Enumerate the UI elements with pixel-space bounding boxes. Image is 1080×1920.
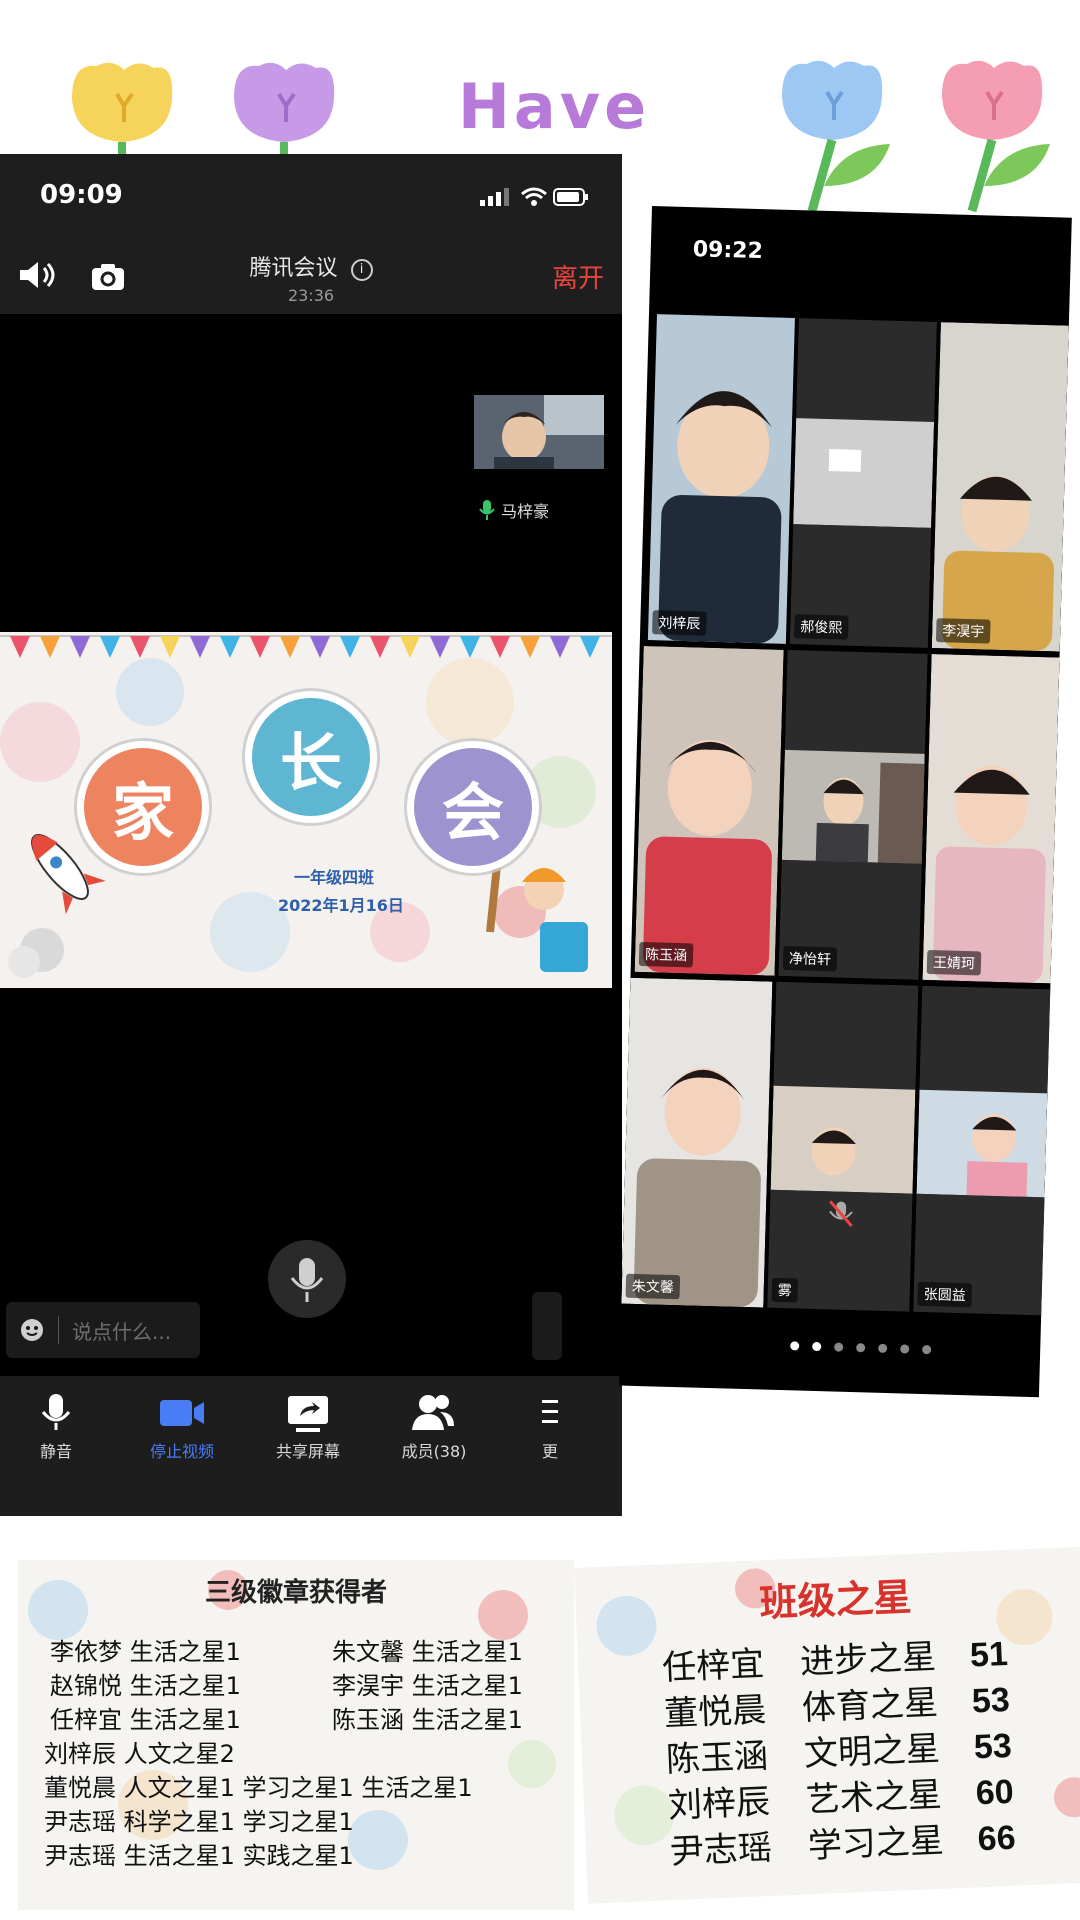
participant-name: 王婧珂 bbox=[926, 949, 982, 976]
participant-tile[interactable]: 王婧珂 bbox=[922, 653, 1060, 984]
participant-name: 净怡轩 bbox=[782, 945, 838, 972]
meeting-timer: 23:36 bbox=[287, 286, 335, 305]
badge-row: 陈玉涵 生活之星1 bbox=[332, 1706, 523, 1734]
badge-slide-title: 三级徽章获得者 bbox=[204, 1578, 387, 1608]
participant-name: 李淏宇 bbox=[935, 618, 991, 644]
star-score: 53 bbox=[973, 1726, 1013, 1767]
floating-mic-button[interactable] bbox=[268, 1240, 346, 1318]
yellow-tulip-icon bbox=[72, 62, 173, 158]
child-video-feed bbox=[621, 977, 773, 1308]
tencent-meeting-screen: 09:09 腾讯会议 i 23:36 离开 马梓豪 家 长 会 一年级四班 20… bbox=[0, 154, 622, 1516]
video-camera-icon[interactable] bbox=[158, 1398, 206, 1428]
badge-row: 李依梦 生活之星1 bbox=[50, 1638, 241, 1666]
participant-tile[interactable]: 刘梓辰 bbox=[647, 314, 795, 644]
side-panel-handle[interactable] bbox=[532, 1292, 562, 1360]
mic-icon bbox=[290, 1258, 324, 1302]
star-award: 学习之星 bbox=[807, 1820, 945, 1867]
participant-tile[interactable]: 雾 bbox=[767, 981, 919, 1312]
child-video-feed bbox=[767, 981, 919, 1312]
child-video-feed bbox=[634, 645, 784, 976]
shared-screen-slide: 家 长 会 一年级四班 2022年1月16日 bbox=[0, 632, 612, 988]
badge-row: 任梓宜 生活之星1 bbox=[50, 1706, 241, 1734]
child-video-feed bbox=[922, 653, 1060, 984]
badge-row: 董悦晨 人文之星1 学习之星1 生活之星1 bbox=[44, 1774, 473, 1802]
participant-tile[interactable]: 陈玉涵 bbox=[634, 645, 784, 976]
mic-on-icon bbox=[479, 500, 495, 520]
badge-row: 尹志瑶 科学之星1 学习之星1 bbox=[44, 1808, 354, 1836]
emoji-icon[interactable] bbox=[20, 1318, 44, 1342]
child-video-feed bbox=[931, 322, 1069, 652]
purple-tulip-icon bbox=[234, 62, 335, 158]
child-video-feed bbox=[913, 985, 1051, 1316]
participant-name: 朱文馨 bbox=[625, 1273, 681, 1300]
toolbar-stop-video-button[interactable]: 停止视频 bbox=[122, 1438, 242, 1462]
toolbar-members-button[interactable]: 成员(38) bbox=[374, 1438, 494, 1462]
participant-name: 张圆益 bbox=[917, 1281, 973, 1308]
toolbar-mute-button[interactable]: 静音 bbox=[0, 1438, 116, 1462]
pink-tulip-icon bbox=[942, 60, 1050, 213]
blue-tulip-icon bbox=[782, 60, 890, 213]
badge-row: 尹志瑶 生活之星1 实践之星1 bbox=[44, 1842, 354, 1870]
gallery-page-indicator[interactable] bbox=[790, 1335, 944, 1358]
meeting-header: 09:09 腾讯会议 i 23:36 离开 bbox=[0, 154, 622, 314]
leave-button[interactable]: 离开 bbox=[552, 258, 604, 295]
star-score: 51 bbox=[969, 1634, 1009, 1675]
participant-name: 陈玉涵 bbox=[638, 941, 694, 968]
participant-name: 郝俊熙 bbox=[793, 614, 849, 640]
star-student-name: 尹志瑶 bbox=[669, 1827, 773, 1873]
meeting-title-text: 腾讯会议 bbox=[249, 256, 338, 281]
class-stars-slide: 班级之星 任梓宜 进步之星 51 董悦晨 体育之星 53 陈玉涵 文明之星 53 刘梓辰 艺术… bbox=[574, 1546, 1080, 1904]
participant-tile[interactable]: 朱文馨 bbox=[621, 977, 773, 1308]
self-view-name: 马梓豪 bbox=[501, 502, 550, 521]
members-icon[interactable] bbox=[410, 1392, 456, 1432]
self-view-label: 马梓豪 bbox=[478, 498, 549, 522]
child-video-feed bbox=[647, 314, 795, 644]
toolbar-more-button[interactable]: 更 bbox=[490, 1438, 610, 1462]
badge-row: 刘梓辰 人文之星2 bbox=[44, 1740, 235, 1768]
toolbar-share-screen-button[interactable]: 共享屏幕 bbox=[248, 1438, 368, 1462]
self-video-thumbnail[interactable] bbox=[474, 395, 604, 469]
slide-circle-zhang: 长 bbox=[252, 698, 370, 816]
star-score: 66 bbox=[976, 1818, 1017, 1859]
badge-row: 朱文馨 生活之星1 bbox=[332, 1638, 523, 1666]
boy-video-feed bbox=[474, 395, 604, 469]
more-icon[interactable] bbox=[540, 1394, 560, 1430]
slide-date: 2022年1月16日 bbox=[278, 896, 404, 915]
participant-tile[interactable]: 郝俊熙 bbox=[789, 318, 937, 648]
participant-tile[interactable]: 李淏宇 bbox=[931, 322, 1069, 652]
participant-tile[interactable]: 张圆益 bbox=[913, 985, 1051, 1316]
badge-winners-slide: 三级徽章获得者 李依梦 生活之星1 朱文馨 生活之星1 赵锦悦 生活之星1 李淏… bbox=[18, 1560, 574, 1910]
badge-row: 赵锦悦 生活之星1 bbox=[50, 1672, 241, 1700]
participant-name: 刘梓辰 bbox=[652, 610, 707, 636]
mute-mic-icon[interactable] bbox=[40, 1392, 72, 1432]
participant-tile[interactable]: 净怡轩 bbox=[778, 649, 928, 980]
slide-circle-jia: 家 bbox=[84, 748, 202, 866]
status-bar-icons bbox=[480, 187, 588, 206]
gallery-view-screen: 09:22 刘梓辰 郝俊熙 李淏宇 陈玉涵 净怡轩 王婧珂 朱文馨 雾 张圆益 bbox=[619, 206, 1072, 1398]
info-icon[interactable]: i bbox=[350, 259, 373, 281]
slide-class-name: 一年级四班 bbox=[294, 868, 375, 887]
star-score: 53 bbox=[971, 1680, 1011, 1721]
status-bar-time-right: 09:22 bbox=[692, 237, 764, 265]
participant-name: 雾 bbox=[771, 1277, 799, 1303]
slide-circle-hui: 会 bbox=[414, 748, 532, 866]
have-decorative-text: Have bbox=[458, 70, 651, 143]
child-video-feed bbox=[778, 649, 928, 980]
star-score: 60 bbox=[974, 1772, 1015, 1813]
share-screen-icon[interactable] bbox=[286, 1394, 330, 1434]
meeting-title: 腾讯会议 i bbox=[0, 250, 622, 282]
badge-row: 李淏宇 生活之星1 bbox=[332, 1672, 523, 1700]
status-bar-time: 09:09 bbox=[40, 180, 123, 210]
ceiling-video-feed bbox=[789, 318, 937, 648]
chat-placeholder-text: 说点什么... bbox=[72, 1320, 172, 1344]
